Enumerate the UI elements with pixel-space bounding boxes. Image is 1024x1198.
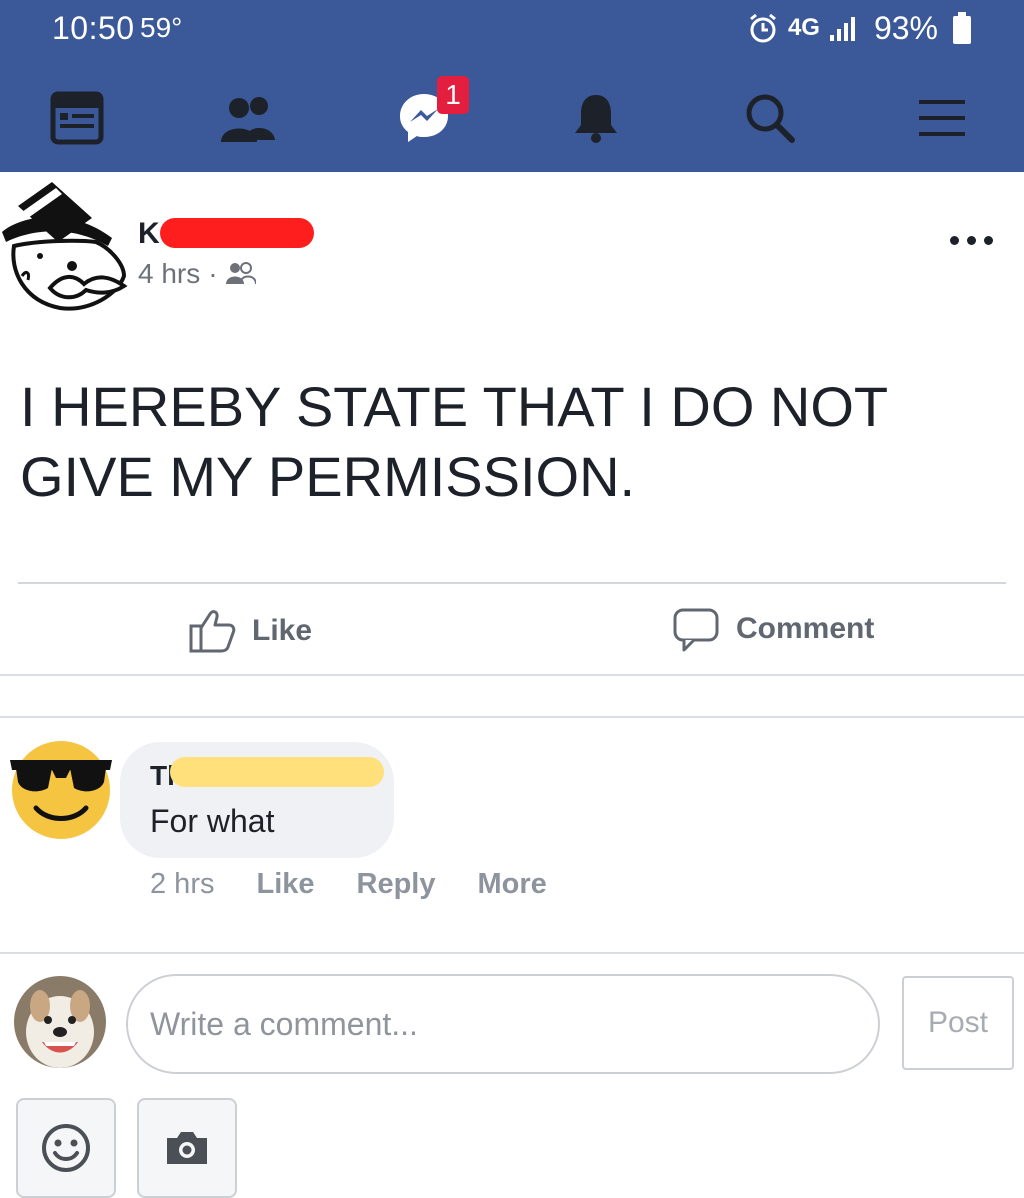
like-button[interactable]: Like bbox=[188, 606, 312, 656]
status-indicators: 4G 93% bbox=[746, 6, 972, 50]
friends-audience-icon bbox=[225, 262, 256, 285]
comment-button[interactable]: Comment bbox=[672, 604, 874, 654]
smiley-icon bbox=[42, 1124, 90, 1172]
post-author-name[interactable]: K bbox=[138, 217, 160, 251]
comment-reply-link[interactable]: Reply bbox=[357, 868, 436, 901]
search-icon[interactable] bbox=[740, 88, 800, 148]
status-temperature: 59° bbox=[140, 12, 183, 43]
top-nav-bar: 1 bbox=[0, 58, 1024, 172]
post-author-avatar[interactable] bbox=[0, 176, 140, 320]
emoji-button[interactable] bbox=[16, 1098, 116, 1198]
comment-more-link[interactable]: More bbox=[478, 868, 547, 901]
current-user-avatar bbox=[14, 976, 106, 1068]
divider bbox=[0, 716, 1024, 718]
status-bar: 10:50 59° 4G 93% bbox=[0, 0, 1024, 58]
post-time[interactable]: 4 hrs bbox=[138, 258, 200, 290]
post-meta: 4 hrs · bbox=[138, 258, 256, 290]
menu-icon[interactable] bbox=[912, 88, 972, 148]
photo-button[interactable] bbox=[137, 1098, 237, 1198]
comment-bubble-icon bbox=[673, 608, 719, 652]
write-comment-input[interactable] bbox=[126, 974, 880, 1074]
battery-level: 93% bbox=[873, 9, 938, 46]
thumbs-up-icon bbox=[189, 610, 236, 653]
comment-like-link[interactable]: Like bbox=[256, 868, 314, 901]
battery-icon bbox=[953, 12, 971, 44]
divider bbox=[18, 582, 1006, 584]
meta-separator: · bbox=[208, 258, 218, 289]
comment-label: Comment bbox=[736, 612, 875, 645]
post-options-icon[interactable] bbox=[950, 230, 1000, 250]
comment-time: 2 hrs bbox=[150, 868, 215, 900]
news-feed-icon[interactable] bbox=[47, 88, 107, 148]
section-gap bbox=[0, 676, 1024, 716]
redaction-mark bbox=[160, 218, 314, 248]
divider bbox=[0, 952, 1024, 954]
redaction-mark bbox=[170, 757, 384, 787]
notifications-icon[interactable] bbox=[566, 88, 626, 148]
status-time: 10:50 bbox=[52, 10, 135, 46]
network-type: 4G bbox=[787, 14, 820, 41]
commenter-avatar[interactable] bbox=[8, 738, 114, 840]
comment-text: For what bbox=[150, 803, 275, 839]
post-comment-button[interactable]: Post bbox=[902, 976, 1014, 1070]
like-label: Like bbox=[252, 614, 313, 647]
alarm-icon bbox=[750, 13, 776, 43]
camera-icon bbox=[167, 1132, 207, 1164]
signal-icon bbox=[829, 17, 855, 41]
messenger-badge: 1 bbox=[437, 76, 469, 114]
friends-icon[interactable] bbox=[219, 88, 279, 148]
comment-actions: 2 hrs Like Reply More bbox=[150, 868, 547, 901]
post-text: I HEREBY STATE THAT I DO NOT GIVE MY PER… bbox=[20, 375, 888, 508]
